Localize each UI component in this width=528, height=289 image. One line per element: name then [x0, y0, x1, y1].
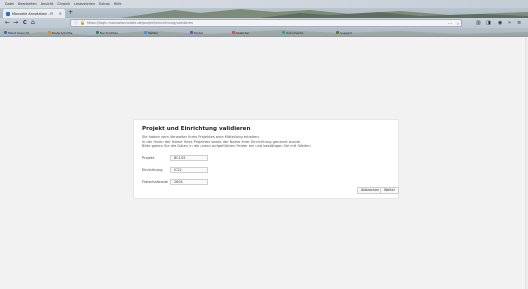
bookmark-star-icon[interactable]: ☆ — [455, 21, 461, 26]
menu-bearbeiten[interactable]: Bearbeiten — [18, 0, 37, 8]
field-label: Projekt — [142, 156, 155, 160]
theme-mountain-backdrop — [8, 30, 528, 36]
bookmark-item[interactable]: Dokumente — [282, 30, 303, 35]
reload-icon[interactable]: C — [23, 19, 27, 27]
field-row-projekt: Projekt — [142, 155, 208, 161]
field-row-einrichtung: Einrichtung — [142, 167, 208, 173]
projekt-input[interactable] — [170, 155, 208, 161]
tab-title: Manuelle Annotation - Fi — [12, 11, 54, 16]
menu-lesezeichen[interactable]: Lesezeichen — [74, 0, 95, 8]
bookmark-item[interactable]: Erste Schritte — [48, 30, 72, 35]
favicon — [6, 11, 10, 16]
bookmark-label: Portal — [194, 30, 203, 35]
back-icon[interactable]: ← — [5, 19, 10, 27]
theme-mountain-backdrop — [120, 9, 528, 18]
extension-icon[interactable]: ◉ — [498, 19, 502, 27]
bookmark-icon — [96, 31, 99, 34]
menu-hilfe[interactable]: Hilfe — [114, 0, 122, 8]
close-icon[interactable]: × — [59, 11, 62, 16]
field-row-freischaltcode: Freischaltcode — [142, 179, 208, 185]
bookmark-label: Support — [340, 30, 352, 35]
bookmark-icon — [232, 31, 235, 34]
next-button[interactable]: Weiter — [380, 187, 399, 194]
validation-dialog: Projekt und Einrichtung validieren Sie h… — [133, 119, 399, 199]
einrichtung-input[interactable] — [170, 167, 208, 173]
menu-chronik[interactable]: Chronik — [57, 0, 70, 8]
bookmarks-toolbar: Meist besucht Erste Schritte Nachrichten… — [0, 28, 528, 37]
bookmark-icon — [4, 31, 7, 34]
bookmark-item[interactable]: Portal — [190, 30, 203, 35]
url-text[interactable]: https://login.manualannotate.de/projekt/… — [87, 21, 445, 25]
library-icon[interactable]: ▥ — [476, 19, 481, 27]
bookmark-item[interactable]: Support — [336, 30, 352, 35]
bookmark-label: Wetter — [148, 30, 159, 35]
dialog-title: Projekt und Einrichtung validieren — [142, 126, 251, 132]
tab-strip: Manuelle Annotation - Fi × + — [0, 8, 528, 18]
bookmark-icon — [336, 31, 339, 34]
menu-bar: Datei Bearbeiten Ansicht Chronik Lesezei… — [0, 0, 528, 8]
bookmark-item[interactable]: Nachrichten — [96, 30, 118, 35]
bookmark-icon — [144, 31, 147, 34]
menu-extras[interactable]: Extras — [99, 0, 110, 8]
menu-icon[interactable]: ≡ — [517, 19, 521, 27]
address-bar[interactable]: ⓘ 🔒 https://login.manualannotate.de/proj… — [70, 19, 462, 27]
bookmark-label: Nachrichten — [100, 30, 119, 35]
sidebar-icon[interactable]: ◨ — [486, 19, 491, 27]
lock-icon: 🔒 — [80, 20, 85, 25]
home-icon[interactable]: ⌂ — [31, 19, 35, 27]
freischaltcode-input[interactable] — [170, 179, 208, 185]
browser-window: Datei Bearbeiten Ansicht Chronik Lesezei… — [0, 0, 528, 289]
page-actions-icon[interactable]: ··· — [447, 21, 453, 26]
new-tab-button[interactable]: + — [68, 10, 73, 16]
bookmark-icon — [282, 31, 285, 34]
tab-active[interactable]: Manuelle Annotation - Fi × — [3, 9, 65, 18]
menu-datei[interactable]: Datei — [5, 0, 14, 8]
bookmark-icon — [48, 31, 51, 34]
field-label: Einrichtung — [142, 168, 163, 172]
info-icon[interactable]: ⓘ — [74, 20, 78, 26]
overflow-icon[interactable]: » — [508, 19, 511, 27]
bookmark-label: Meist besucht — [8, 30, 29, 35]
bookmark-label: Erste Schritte — [52, 30, 73, 35]
forward-icon[interactable]: → — [13, 19, 18, 27]
field-label: Freischaltcode — [142, 180, 168, 184]
bookmark-item[interactable]: Wetter — [144, 30, 158, 35]
bookmark-item[interactable]: Meist besucht — [4, 30, 29, 35]
dialog-intro: Sie haben vom Verwalter Ihres Projektes … — [142, 135, 392, 149]
bookmark-label: Dokumente — [286, 30, 304, 35]
navigation-bar: ← → C ⌂ ⓘ 🔒 https://login.manualannotate… — [0, 18, 528, 28]
bookmark-item[interactable]: Kalender — [232, 30, 249, 35]
intro-line: Bitte geben Sie die Daten in die unten a… — [142, 144, 313, 149]
bookmark-label: Kalender — [236, 30, 250, 35]
bookmark-icon — [190, 31, 193, 34]
menu-ansicht[interactable]: Ansicht — [41, 0, 54, 8]
